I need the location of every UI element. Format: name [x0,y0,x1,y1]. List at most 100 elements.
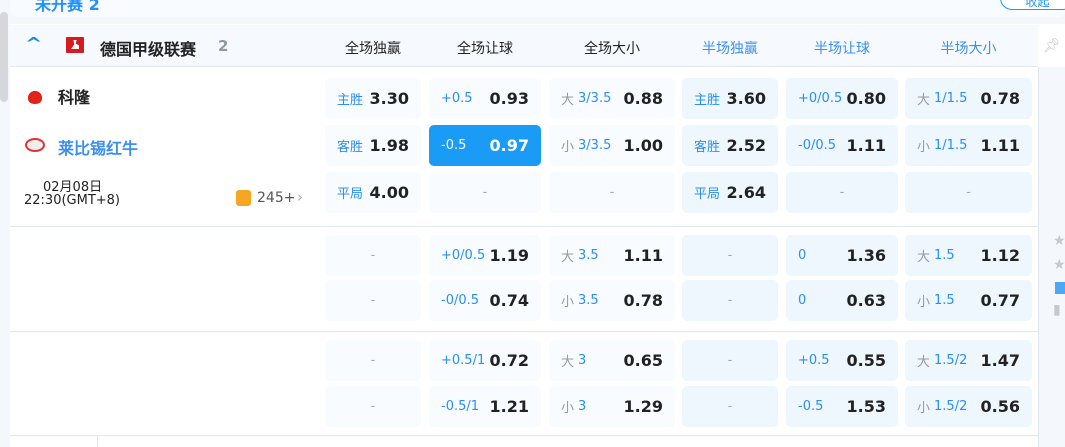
odds-cell[interactable]: -0.5 0.97 [429,125,541,166]
empty-odds: - [966,185,971,200]
odds-cell[interactable]: 小 1.5/2 0.56 [905,386,1032,427]
odds-cell[interactable]: -0/0.5 0.74 [429,280,541,321]
odds-line: 3.5 [578,293,599,308]
match-time: 22:30(GMT+8) [24,193,121,208]
odds-cell[interactable]: 平局 4.00 [325,172,421,213]
odds-cell[interactable]: +0.5 0.55 [786,340,898,381]
odds-cell[interactable]: - [905,172,1032,213]
odds-value: 0.97 [489,136,529,155]
odds-cell[interactable]: 大 1.5 1.12 [905,235,1032,276]
odds-cell[interactable]: 小 1.5 0.77 [905,280,1032,321]
odds-cell[interactable]: 大 1/1.5 0.78 [905,78,1032,119]
odds-label: 主胜 [337,93,364,108]
odds-value: 0.77 [980,291,1020,310]
odds-cell[interactable]: +0.5 0.93 [429,78,541,119]
odds-line: 3/3.5 [578,138,612,153]
chevron-up-icon[interactable]: ^ [25,34,42,53]
odds-line: 3.5 [578,248,599,263]
stats-icon[interactable]: ▮ [1053,302,1061,318]
odds-value: 1.53 [846,397,886,416]
section-title[interactable]: 未开赛 2 [35,0,100,15]
odds-type: 小 [917,295,931,310]
odds-type: 小 [917,401,931,416]
odds-cell[interactable]: 0 0.63 [786,280,898,321]
odds-value: 0.63 [846,291,886,310]
odds-cell[interactable]: - [325,235,421,276]
odds-cell[interactable]: - [682,340,778,381]
league-count: 2 [218,37,229,55]
empty-odds: - [839,185,845,200]
pin-icon[interactable]: 📌︎ [1043,38,1061,54]
odds-value: 1.21 [489,397,529,416]
star-icon[interactable]: ★ [1053,257,1065,273]
odds-line: +0.5/1 [441,353,486,368]
more-markets-count[interactable]: 245+ [257,190,295,206]
empty-odds: - [370,353,376,368]
odds-value: 0.78 [623,291,663,310]
scrollbar[interactable] [0,12,8,102]
empty-odds: - [609,185,615,200]
odds-cell[interactable]: +0/0.5 0.80 [786,78,898,119]
odds-cell[interactable]: 小 3/3.5 1.00 [549,125,675,166]
odds-value: 0.56 [980,397,1020,416]
odds-cell[interactable]: 大 3 0.65 [549,340,675,381]
odds-type: 大 [561,250,575,265]
empty-odds: - [727,399,733,414]
odds-cell[interactable]: 0 1.36 [786,235,898,276]
odds-line: 0 [798,248,807,263]
odds-cell[interactable]: - [325,340,421,381]
odds-cell[interactable]: -0/0.5 1.11 [786,125,898,166]
odds-cell[interactable]: 小 3.5 0.78 [549,280,675,321]
home-team[interactable]: 科隆 [58,84,90,108]
odds-cell[interactable]: -0.5 1.53 [786,386,898,427]
odds-cell[interactable]: +0.5/1 0.72 [429,340,541,381]
odds-label: 主胜 [694,93,721,108]
live-icon[interactable] [1055,282,1065,294]
column-header: 半场独赢 [702,41,758,57]
odds-value: 2.52 [726,136,766,155]
collapse-all-button[interactable]: 收起 [1000,0,1065,10]
league-name: 德国甲级联赛 [100,40,197,59]
odds-cell[interactable]: 大 3/3.5 0.88 [549,78,675,119]
odds-line: +0/0.5 [441,248,486,263]
odds-value: 3.60 [726,89,766,108]
odds-cell[interactable]: 小 1/1.5 1.11 [905,125,1032,166]
odds-line: +0.5 [441,91,473,106]
odds-cell[interactable]: - [325,280,421,321]
odds-cell[interactable]: - [786,172,898,213]
odds-cell[interactable]: 主胜 3.30 [325,78,421,119]
odds-cell[interactable]: - [429,172,541,213]
odds-value: 0.93 [489,89,529,108]
odds-value: 0.65 [623,351,663,370]
odds-cell[interactable]: -0.5/1 1.21 [429,386,541,427]
odds-cell[interactable]: 小 3 1.29 [549,386,675,427]
odds-cell[interactable]: 主胜 3.60 [682,78,778,119]
odds-value: 1.29 [623,397,663,416]
away-team[interactable]: 莱比锡红牛 [58,135,138,159]
odds-cell[interactable]: - [682,235,778,276]
odds-cell[interactable]: - [549,172,675,213]
odds-type: 小 [561,401,575,416]
divider [10,331,1038,332]
odds-value: 1.47 [980,351,1020,370]
odds-cell[interactable]: - [682,280,778,321]
odds-cell[interactable]: +0/0.5 1.19 [429,235,541,276]
empty-odds: - [370,293,376,308]
odds-cell[interactable]: 客胜 1.98 [325,125,421,166]
odds-label: 平局 [694,187,721,202]
star-icon[interactable]: ★ [1053,233,1065,249]
more-markets-icon[interactable] [236,190,251,206]
odds-cell[interactable]: - [325,386,421,427]
chevron-right-icon[interactable]: › [297,188,303,206]
odds-cell[interactable]: 客胜 2.52 [682,125,778,166]
odds-cell[interactable]: 大 3.5 1.11 [549,235,675,276]
odds-value: 1.12 [980,246,1020,265]
odds-line: -0/0.5 [441,293,480,308]
odds-cell[interactable]: - [682,386,778,427]
odds-label: 客胜 [337,140,364,155]
odds-cell[interactable]: 平局 2.64 [682,172,778,213]
odds-value: 1.00 [623,136,663,155]
odds-value: 0.74 [489,291,529,310]
odds-value: 1.11 [623,246,663,265]
odds-cell[interactable]: 大 1.5/2 1.47 [905,340,1032,381]
